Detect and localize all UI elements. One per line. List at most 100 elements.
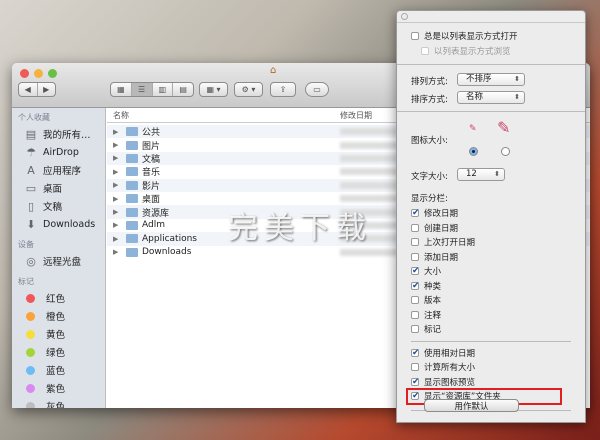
forward-icon[interactable]: ▶: [38, 83, 56, 96]
folder-icon: [126, 247, 138, 257]
sidebar-item-label: 远程光盘: [43, 257, 82, 268]
checkbox[interactable]: [411, 238, 419, 247]
sidebar-item[interactable]: ⬇ Downloads: [12, 215, 105, 233]
disclosure-triangle-icon[interactable]: ▶: [113, 128, 118, 136]
always-list-checkbox[interactable]: 总是以列表显示方式打开: [397, 29, 585, 44]
folder-icon: [126, 220, 138, 230]
tags-button[interactable]: ▭: [305, 82, 329, 97]
sidebar-item-label: 我的所有…: [43, 130, 91, 141]
checkbox[interactable]: [411, 310, 419, 319]
coverflow-view-icon[interactable]: ▤: [173, 83, 193, 96]
option-checkbox[interactable]: ✔ 大小: [397, 264, 585, 279]
folder-icon: [126, 180, 138, 190]
file-name: Downloads: [142, 247, 192, 258]
option-checkbox[interactable]: ✔ 显示图标预览: [397, 375, 585, 390]
checkbox[interactable]: [411, 296, 419, 305]
disclosure-triangle-icon[interactable]: ▶: [113, 221, 118, 229]
view-mode-segment[interactable]: ▦ ☰ ▥ ▤: [110, 82, 194, 97]
large-icon-radio[interactable]: [501, 147, 510, 156]
checkbox-label: 修改日期: [424, 209, 459, 220]
checkbox[interactable]: ✔: [411, 348, 420, 357]
column-view-icon[interactable]: ▥: [153, 83, 174, 96]
list-view-icon[interactable]: ☰: [131, 83, 153, 96]
option-checkbox[interactable]: 计算所有大小: [397, 360, 585, 375]
tag-icon: ▭: [313, 85, 321, 94]
share-button[interactable]: ⇪: [270, 82, 296, 97]
browse-list-checkbox[interactable]: 以列表显示方式浏览: [397, 44, 585, 59]
tag-color-icon: [26, 401, 35, 408]
checkbox[interactable]: [411, 363, 419, 372]
back-forward-buttons[interactable]: ◀ ▶: [18, 82, 56, 97]
panel-titlebar: [397, 11, 585, 23]
back-icon[interactable]: ◀: [19, 83, 38, 96]
sidebar-tag[interactable]: 橙色: [12, 307, 105, 325]
panel-close-button[interactable]: [401, 13, 408, 20]
file-name: Applications: [142, 233, 197, 244]
option-checkbox[interactable]: ✔ 种类: [397, 279, 585, 294]
checkbox[interactable]: ✔: [411, 266, 420, 277]
tag-label: 红色: [46, 294, 66, 305]
sidebar-item[interactable]: ▤ 我的所有…: [12, 125, 105, 143]
disclosure-triangle-icon[interactable]: ▶: [113, 141, 118, 149]
checkbox-label: 大小: [424, 267, 442, 278]
text-size-select[interactable]: 12: [457, 168, 505, 181]
sidebar-tag[interactable]: 蓝色: [12, 361, 105, 379]
checkbox[interactable]: [411, 32, 419, 41]
icon-view-icon[interactable]: ▦: [111, 83, 132, 96]
text-size-label: 文字大小:: [411, 172, 448, 182]
minimize-button[interactable]: [34, 69, 43, 78]
sidebar-item[interactable]: A 应用程序: [12, 161, 105, 179]
zoom-button[interactable]: [48, 69, 57, 78]
checkbox[interactable]: [411, 252, 419, 261]
use-as-defaults-button[interactable]: 用作默认: [424, 399, 519, 412]
applications-icon: A: [27, 163, 35, 177]
sidebar-tag[interactable]: 黄色: [12, 325, 105, 343]
option-checkbox[interactable]: 添加日期: [397, 250, 585, 265]
option-checkbox[interactable]: 上次打开日期: [397, 235, 585, 250]
sidebar-item-remote-disc[interactable]: ◎ 远程光盘: [12, 252, 105, 270]
file-name: 文稿: [142, 154, 161, 165]
checkbox[interactable]: [411, 325, 419, 334]
disclosure-triangle-icon[interactable]: ▶: [113, 208, 118, 216]
option-checkbox[interactable]: 版本: [397, 293, 585, 308]
disclosure-triangle-icon[interactable]: ▶: [113, 248, 118, 256]
sidebar-tag[interactable]: 绿色: [12, 343, 105, 361]
sidebar-item[interactable]: ▯ 文稿: [12, 197, 105, 215]
column-modified[interactable]: 修改日期: [340, 110, 372, 121]
option-checkbox[interactable]: 注释: [397, 308, 585, 323]
airdrop-icon: ☂: [26, 145, 36, 159]
action-button[interactable]: ⚙ ▾: [234, 82, 263, 97]
small-icon-radio[interactable]: [469, 147, 478, 156]
close-button[interactable]: [20, 69, 29, 78]
sidebar-tag[interactable]: 灰色: [12, 397, 105, 408]
disclosure-triangle-icon[interactable]: ▶: [113, 181, 118, 189]
checkbox[interactable]: ✔: [411, 209, 420, 218]
option-checkbox[interactable]: ✔ 修改日期: [397, 206, 585, 221]
disclosure-triangle-icon[interactable]: ▶: [113, 195, 118, 203]
sidebar-tag[interactable]: 紫色: [12, 379, 105, 397]
disclosure-triangle-icon[interactable]: ▶: [113, 154, 118, 162]
file-name: 资源库: [142, 208, 170, 219]
sort-select[interactable]: 名称: [457, 91, 525, 104]
disclosure-triangle-icon[interactable]: ▶: [113, 168, 118, 176]
file-name: 公共: [142, 128, 161, 139]
tag-color-icon: [26, 383, 35, 393]
sidebar-item[interactable]: ▭ 桌面: [12, 179, 105, 197]
checkmark-icon: ✔: [412, 266, 420, 277]
sidebar-item[interactable]: ☂ AirDrop: [12, 143, 105, 161]
arrange-button[interactable]: ▦ ▾: [199, 82, 228, 97]
column-name[interactable]: 名称: [113, 110, 129, 121]
checkbox[interactable]: [421, 46, 429, 55]
checkbox[interactable]: ✔: [411, 392, 420, 401]
disclosure-triangle-icon[interactable]: ▶: [113, 235, 118, 243]
arrange-select[interactable]: 不排序: [457, 73, 525, 86]
checkbox-label: 总是以列表显示方式打开: [424, 32, 518, 43]
sidebar-tag[interactable]: 红色: [12, 289, 105, 307]
checkbox[interactable]: ✔: [411, 281, 420, 290]
checkbox[interactable]: ✔: [411, 377, 420, 386]
option-checkbox[interactable]: ✔ 使用相对日期: [397, 346, 585, 361]
disc-icon: ◎: [26, 254, 36, 268]
option-checkbox[interactable]: 创建日期: [397, 221, 585, 236]
option-checkbox[interactable]: 标记: [397, 322, 585, 337]
checkbox[interactable]: [411, 223, 419, 232]
